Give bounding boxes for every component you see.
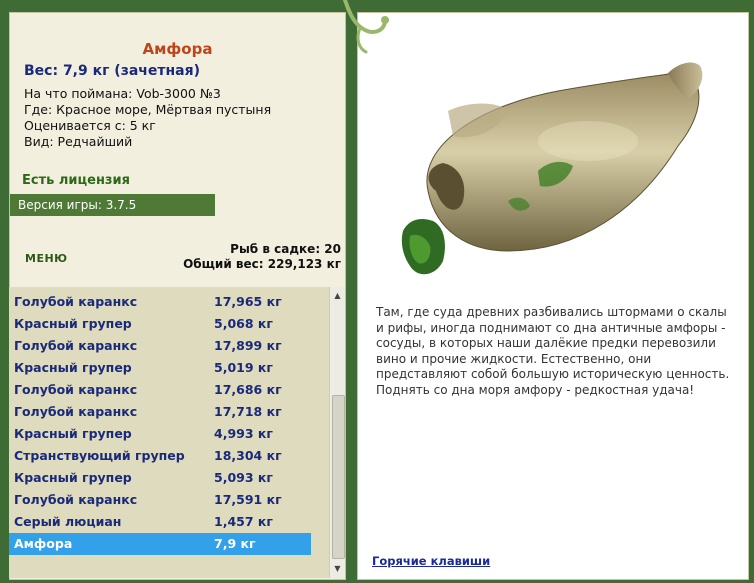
catch-name: Голубой каранкс: [14, 338, 138, 353]
vine-decoration-icon: [343, 0, 389, 54]
catch-list-item[interactable]: Красный групер 4,993 кг: [9, 423, 311, 445]
item-valued-from: Оценивается с: 5 кг: [24, 118, 156, 133]
catch-name: Амфора: [14, 536, 73, 551]
scroll-up-icon[interactable]: ▲: [330, 289, 345, 303]
catch-weight: 7,9 кг: [214, 536, 256, 551]
catch-list-item[interactable]: Странствующий групер 18,304 кг: [9, 445, 311, 467]
catch-name: Красный групер: [14, 316, 132, 331]
catch-weight: 17,591 кг: [214, 492, 282, 507]
catch-name: Голубой каранкс: [14, 492, 138, 507]
keepnet-count: Рыб в садке: 20: [230, 242, 341, 256]
keepnet-summary: Рыб в садке: 20 Общий вес: 229,123 кг: [183, 242, 341, 272]
catch-list[interactable]: Голубой каранкс 17,965 кг Красный групер 5,…: [9, 287, 327, 578]
item-location: Где: Красное море, Мёртвая пустыня: [24, 102, 272, 117]
catch-weight: 4,993 кг: [214, 426, 273, 441]
license-status: Есть лицензия: [22, 173, 130, 188]
catch-name: Голубой каранкс: [14, 404, 138, 419]
catch-name: Красный групер: [14, 470, 132, 485]
keepnet-total-weight: Общий вес: 229,123 кг: [183, 257, 341, 271]
item-title: Амфора: [142, 40, 213, 58]
catch-weight: 17,686 кг: [214, 382, 282, 397]
amphora-image: [401, 62, 703, 275]
catch-list-item[interactable]: Голубой каранкс 17,965 кг: [9, 291, 311, 313]
catch-list-item[interactable]: Красный групер 5,068 кг: [9, 313, 311, 335]
catch-name: Странствующий групер: [14, 448, 185, 463]
catch-list-item[interactable]: Серый люциан 1,457 кг: [9, 511, 311, 533]
list-scrollbar[interactable]: ▲ ▼: [329, 287, 345, 578]
catch-weight: 17,718 кг: [214, 404, 282, 419]
catch-list-item[interactable]: Голубой каранкс 17,591 кг: [9, 489, 311, 511]
catch-list-item[interactable]: Красный групер 5,093 кг: [9, 467, 311, 489]
item-rarity: Вид: Редчайший: [24, 134, 133, 149]
catch-name: Серый люциан: [14, 514, 122, 529]
item-image-panel: Там, где суда древних разбивались шторма…: [357, 12, 749, 580]
item-caught-on: На что поймана: Vob-3000 №3: [24, 86, 221, 101]
item-description: Там, где суда древних разбивались шторма…: [376, 305, 730, 397]
catch-weight: 17,965 кг: [214, 294, 282, 309]
catch-name: Красный групер: [14, 426, 132, 441]
catch-weight: 17,899 кг: [214, 338, 282, 353]
catch-list-item[interactable]: Голубой каранкс 17,718 кг: [9, 401, 311, 423]
catch-list-item[interactable]: Голубой каранкс 17,686 кг: [9, 379, 311, 401]
catch-name: Голубой каранкс: [14, 382, 138, 397]
catch-list-item[interactable]: Красный групер 5,019 кг: [9, 357, 311, 379]
catch-weight: 1,457 кг: [214, 514, 273, 529]
menu-button[interactable]: МЕНЮ: [25, 252, 68, 265]
scrollbar-thumb[interactable]: [332, 395, 345, 559]
catch-weight: 5,093 кг: [214, 470, 273, 485]
catch-list-item[interactable]: Амфора 7,9 кг: [9, 533, 311, 555]
catch-list-item[interactable]: Голубой каранкс 17,899 кг: [9, 335, 311, 357]
game-version: Версия игры: 3.7.5: [10, 194, 215, 216]
catch-list-panel: Голубой каранкс 17,965 кг Красный групер 5,…: [9, 287, 345, 578]
item-weight: Вес: 7,9 кг (зачетная): [24, 63, 201, 79]
catch-weight: 5,019 кг: [214, 360, 273, 375]
catch-name: Красный групер: [14, 360, 132, 375]
hotkeys-link[interactable]: Горячие клавиши: [372, 554, 490, 568]
catch-weight: 5,068 кг: [214, 316, 273, 331]
catch-weight: 18,304 кг: [214, 448, 282, 463]
scroll-down-icon[interactable]: ▼: [330, 562, 345, 576]
catch-name: Голубой каранкс: [14, 294, 138, 309]
